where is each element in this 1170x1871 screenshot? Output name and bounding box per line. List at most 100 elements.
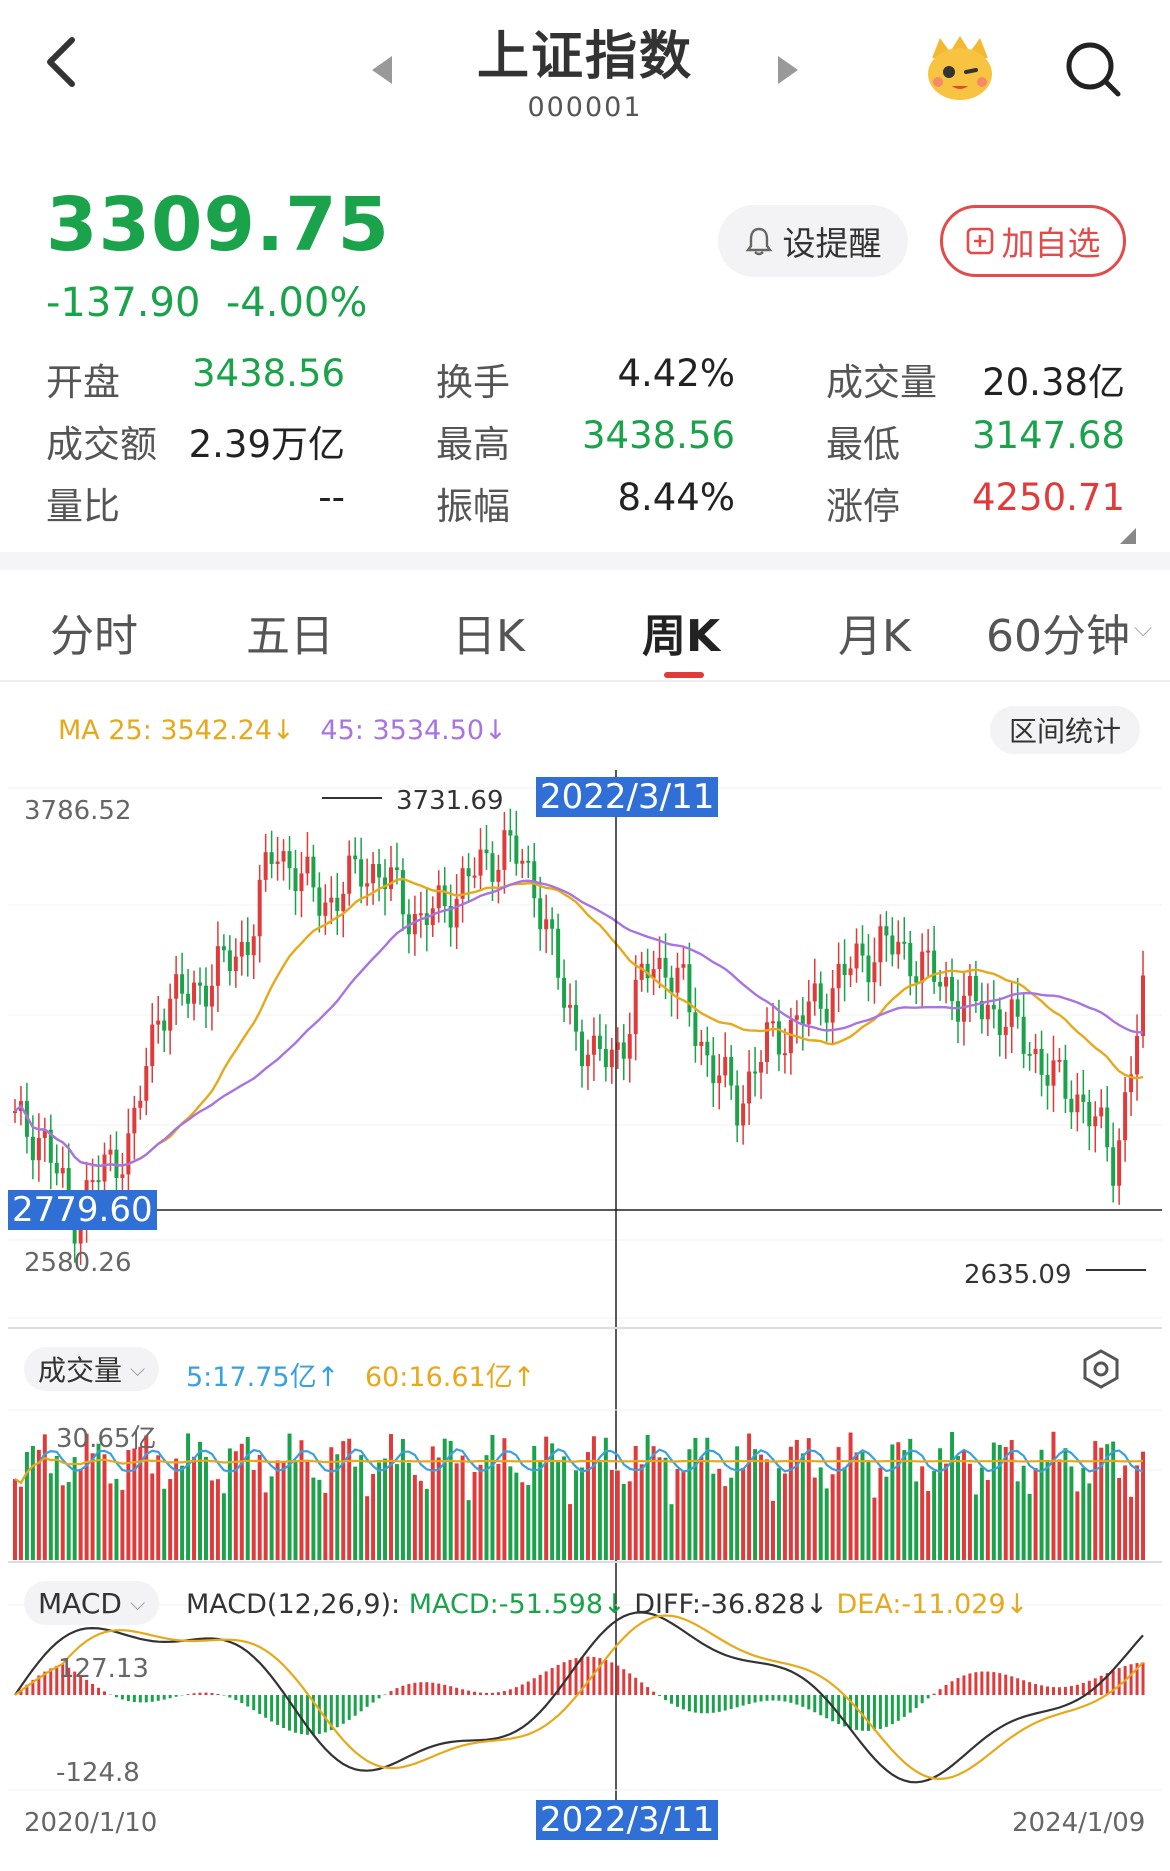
volume-bar <box>562 1456 567 1560</box>
candle-body <box>1105 1107 1110 1148</box>
volume-bar <box>454 1463 459 1560</box>
tab-3[interactable]: 周K <box>642 600 720 664</box>
candle-body <box>90 1180 95 1183</box>
candle-body <box>693 1012 698 1046</box>
candle-body <box>275 861 280 864</box>
candle-body <box>538 898 543 930</box>
next-stock-button[interactable] <box>776 54 800 90</box>
bell-icon <box>745 227 772 256</box>
candle-body <box>1117 1140 1122 1186</box>
dea-value: DEA:-11.029↓ <box>836 1589 1029 1620</box>
candle-body <box>806 1001 811 1025</box>
candle-body <box>96 1180 101 1183</box>
candle-body <box>776 1021 781 1055</box>
candle-body <box>854 943 859 969</box>
stat-value: -- <box>318 476 345 519</box>
candle-body <box>418 913 423 916</box>
candle-body <box>526 860 531 863</box>
volume-bar <box>30 1445 35 1560</box>
candle-body <box>747 1071 752 1104</box>
volume-bar <box>633 1445 638 1560</box>
volume-bar <box>329 1447 334 1560</box>
tab-0[interactable]: 分时 <box>50 600 138 664</box>
volume-bar <box>269 1476 274 1560</box>
candle-body <box>377 863 382 878</box>
candle-body <box>132 1107 137 1134</box>
change-value: -137.90 <box>46 280 201 326</box>
volume-bar <box>1057 1459 1062 1560</box>
stat-label: 最低 <box>826 423 900 466</box>
candle-body <box>705 1041 710 1056</box>
volume-bar <box>866 1461 871 1560</box>
volume-bar <box>180 1465 185 1560</box>
volume-settings-button[interactable] <box>1080 1348 1122 1394</box>
volume-bar <box>90 1453 95 1560</box>
volume-bar <box>442 1438 447 1560</box>
crosshair-price-flag: 2779.60 <box>8 1190 157 1230</box>
set-alert-button[interactable]: 设提醒 <box>718 205 908 277</box>
volume-bar <box>460 1455 465 1560</box>
candle-body <box>341 893 346 912</box>
candle-body <box>765 1022 770 1063</box>
candle-body <box>1135 1035 1140 1075</box>
candle-body <box>675 967 680 993</box>
candle-body <box>759 1062 764 1073</box>
add-watchlist-button[interactable]: 加自选 <box>940 205 1126 277</box>
volume-bar <box>311 1477 316 1560</box>
candle-body <box>944 976 949 987</box>
volume-bar <box>770 1500 775 1560</box>
search-button[interactable] <box>1064 40 1124 104</box>
volume-bar <box>776 1468 781 1560</box>
candle-body <box>836 963 841 989</box>
candle-body <box>1009 999 1014 1027</box>
macd-selector[interactable]: MACD ⌵ <box>24 1581 160 1625</box>
candle-body <box>1033 1048 1038 1055</box>
candle-body <box>1039 1048 1044 1075</box>
volume-bar <box>317 1479 322 1560</box>
volume-bar <box>120 1489 125 1560</box>
chevron-down-icon[interactable]: ⌵ <box>1134 614 1152 642</box>
range-stats-button[interactable]: 区间统计 <box>990 706 1140 754</box>
volume-bar <box>305 1459 310 1560</box>
candle-body <box>215 946 220 986</box>
candle-body <box>36 1137 41 1161</box>
volume-bar <box>394 1464 399 1560</box>
expand-corner-icon[interactable] <box>1120 528 1136 544</box>
candle-body <box>245 941 250 956</box>
volume-bar <box>580 1467 584 1560</box>
candle-body <box>502 830 507 870</box>
volume-bar <box>860 1452 865 1560</box>
candle-body <box>621 1042 626 1059</box>
volume-bar <box>747 1433 752 1560</box>
stat-label: 成交量 <box>826 361 937 404</box>
volume-bar <box>854 1452 859 1560</box>
volume-bar <box>621 1484 626 1560</box>
candle-body <box>782 1053 787 1056</box>
tabs-divider <box>0 680 1170 682</box>
tab-2[interactable]: 日K <box>452 600 525 664</box>
candle-body <box>603 1048 608 1068</box>
tab-5[interactable]: 60分钟 <box>986 600 1130 664</box>
candle-body <box>633 979 638 1035</box>
low-marker-label: 2635.09 <box>964 1260 1072 1290</box>
tab-1[interactable]: 五日 <box>246 600 334 664</box>
candle-body <box>311 856 316 888</box>
volume-bar <box>872 1497 877 1560</box>
volume-bar <box>526 1485 531 1560</box>
candle-body <box>1057 1059 1062 1062</box>
volume-bar <box>72 1457 77 1560</box>
volume-bar <box>1069 1466 1074 1560</box>
stat-label: 开盘 <box>46 361 120 404</box>
tab-4[interactable]: 月K <box>838 600 911 664</box>
candle-body <box>890 935 895 955</box>
volume-bar <box>1135 1465 1140 1560</box>
mascot-button[interactable] <box>922 28 998 108</box>
volume-bar <box>221 1493 226 1560</box>
volume-bar <box>914 1481 919 1560</box>
volume-selector[interactable]: 成交量 ⌵ <box>24 1347 160 1391</box>
kline-chart[interactable] <box>0 770 1170 1871</box>
volume-bar <box>502 1438 507 1560</box>
candle-body <box>203 985 208 1007</box>
volume-bar <box>675 1469 680 1560</box>
hexagon-settings-icon <box>1083 1349 1119 1389</box>
